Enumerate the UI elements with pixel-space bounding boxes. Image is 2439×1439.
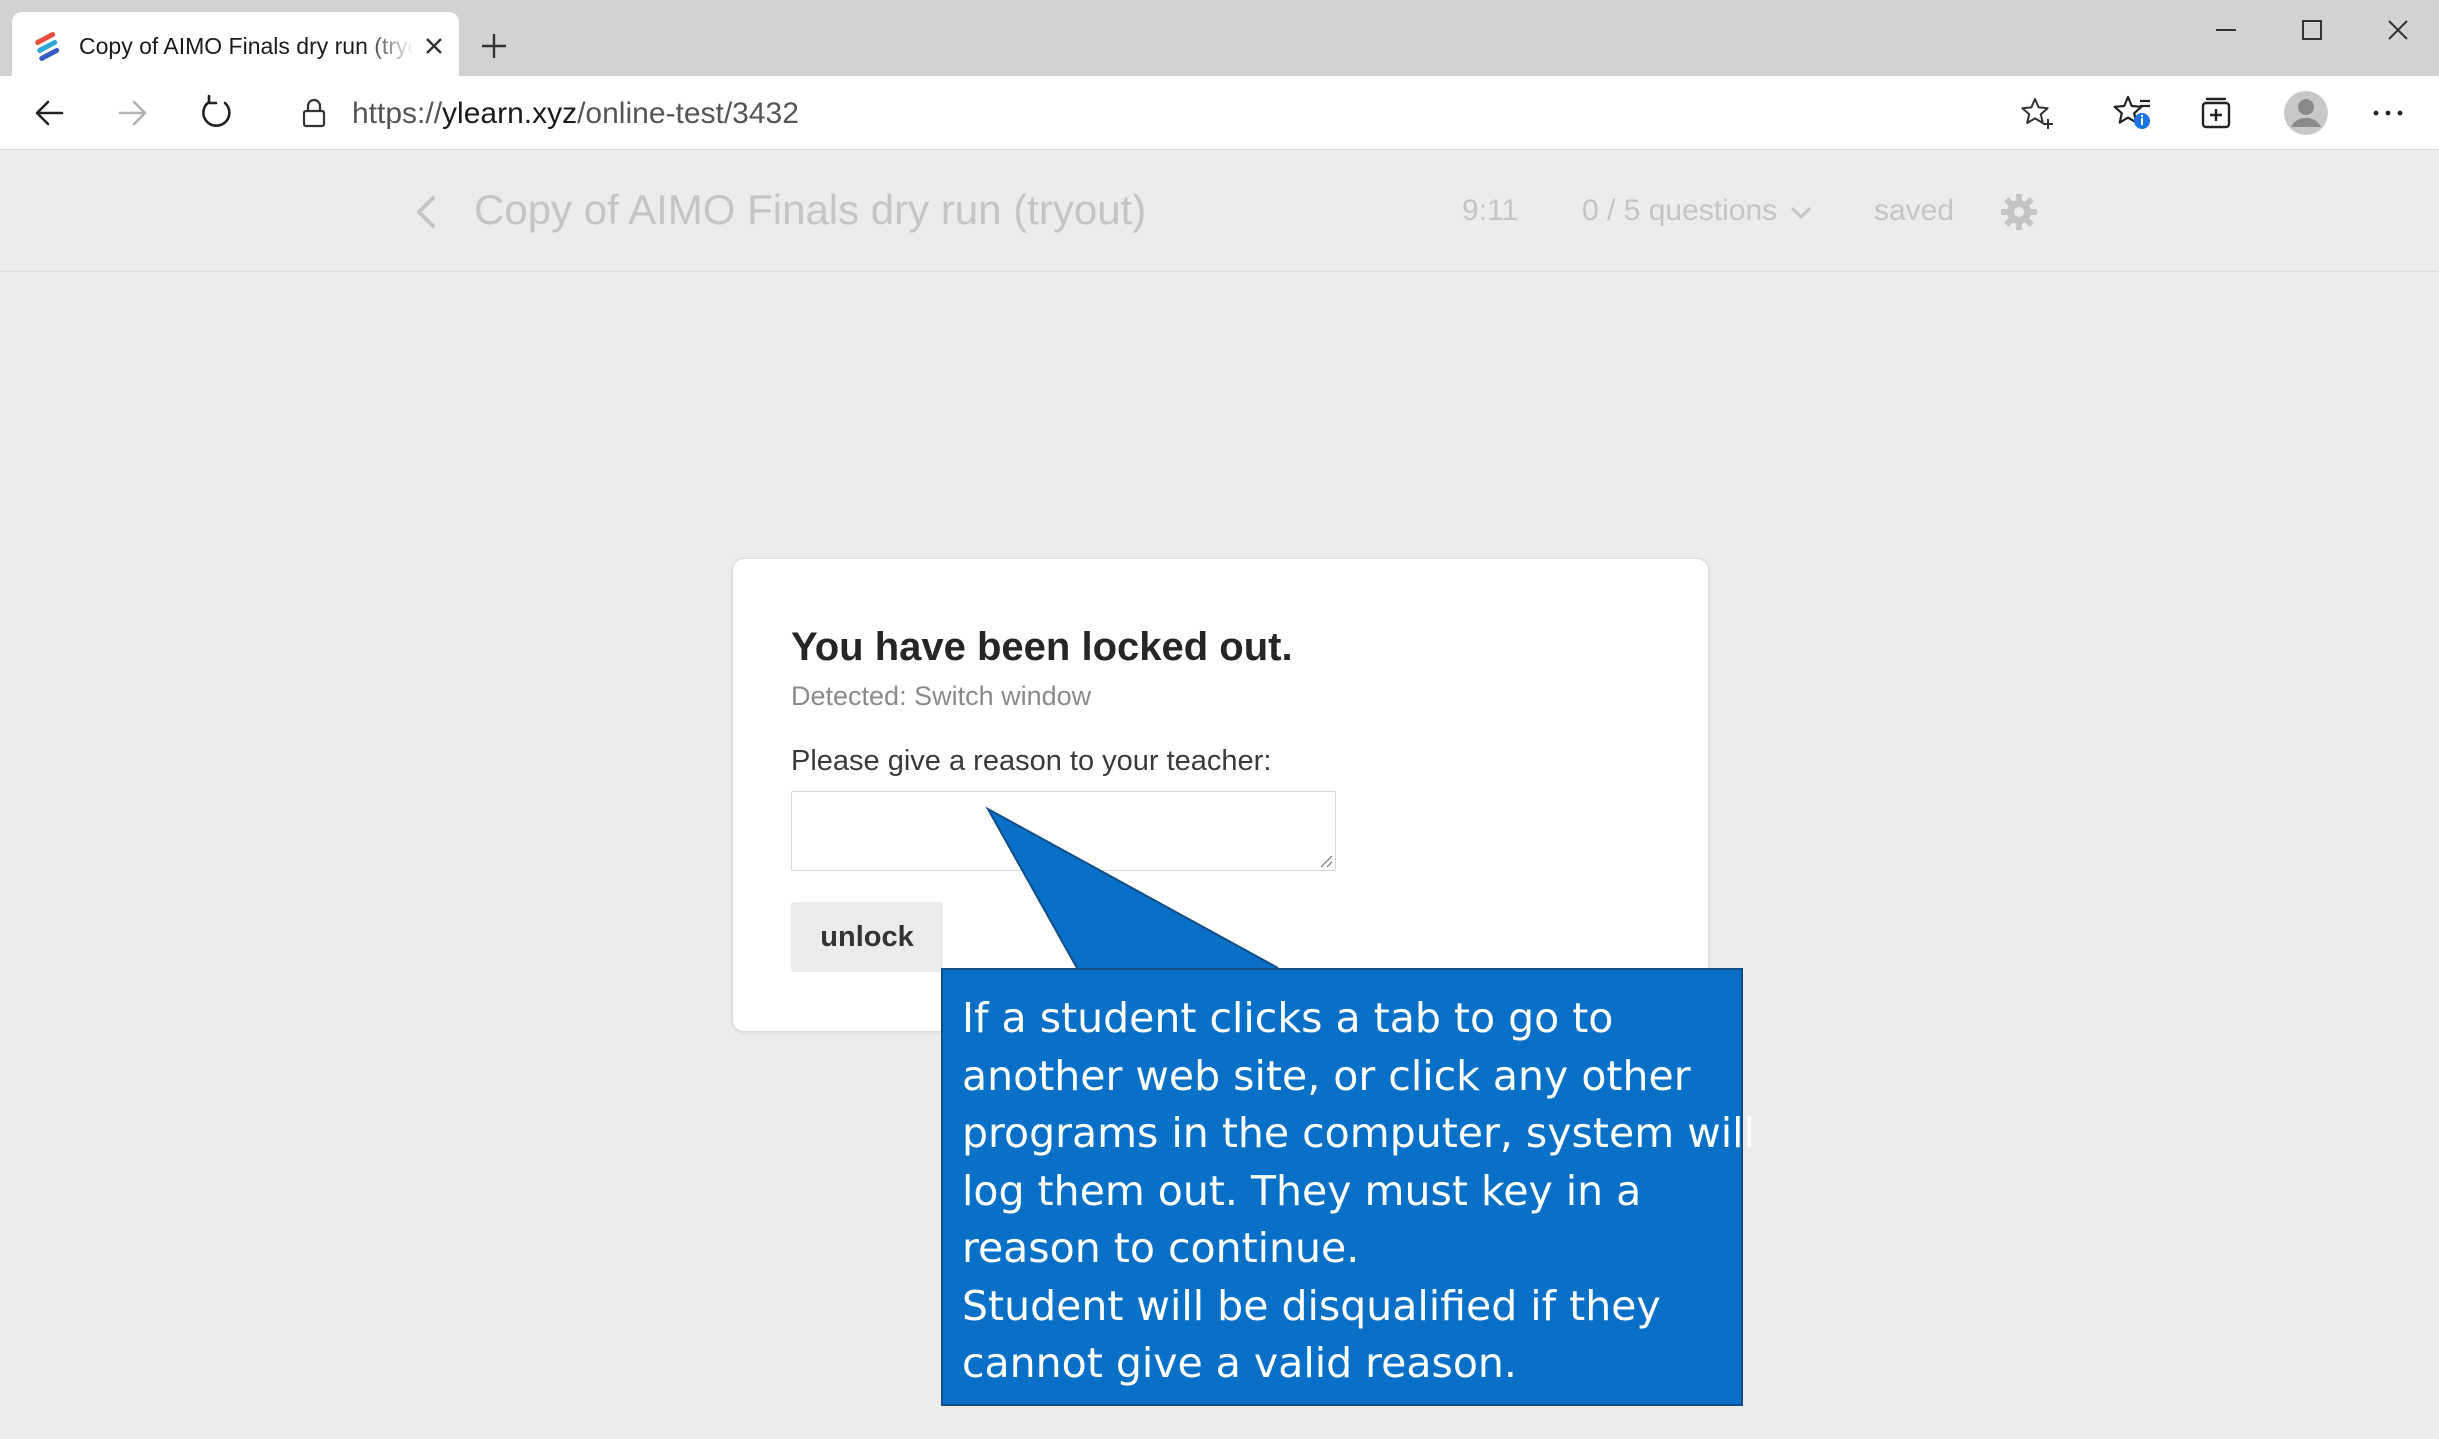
reason-textarea[interactable]	[791, 791, 1336, 871]
callout-line: reason to continue.	[962, 1224, 1360, 1272]
profile-avatar-icon[interactable]	[2278, 85, 2334, 141]
test-title: Copy of AIMO Finals dry run (tryout)	[474, 186, 1147, 233]
browser-tab[interactable]: Copy of AIMO Finals dry run (tryout)	[12, 12, 459, 76]
url-scheme: https://	[352, 97, 443, 130]
callout-annotation: If a student clicks a tab to go to anoth…	[941, 968, 1755, 1406]
browser-toolbar: https://ylearn.xyz/online-test/3432	[0, 76, 2439, 150]
callout-line: another web site, or click any other	[962, 1051, 1691, 1100]
question-progress[interactable]: 0 / 5 questions	[1582, 194, 1777, 228]
close-icon[interactable]	[2368, 8, 2428, 52]
callout-line: log them out. They must key in a	[962, 1166, 1642, 1215]
chevron-left-icon[interactable]	[408, 190, 444, 234]
plus-icon[interactable]	[474, 26, 514, 66]
url-host: ylearn.xyz	[442, 97, 578, 130]
more-options-icon[interactable]	[2366, 91, 2410, 135]
unlock-button[interactable]: unlock	[791, 902, 943, 972]
ylearn-stripes-icon	[35, 31, 60, 61]
address-bar[interactable]: https://ylearn.xyz/online-test/3432	[270, 85, 2078, 141]
save-status: saved	[1874, 194, 1955, 227]
tab-strip: Copy of AIMO Finals dry run (tryout)	[0, 0, 2439, 76]
maximize-icon[interactable]	[2282, 8, 2342, 52]
collections-icon[interactable]	[2194, 91, 2238, 135]
lockout-dialog: You have been locked out. Detected: Swit…	[732, 558, 1709, 1032]
add-favorite-star-icon[interactable]	[2018, 94, 2056, 132]
favorites-icon[interactable]	[2110, 91, 2154, 135]
timer: 9:11	[1462, 194, 1519, 227]
refresh-icon[interactable]	[194, 91, 238, 135]
test-header: Copy of AIMO Finals dry run (tryout) 9:1…	[0, 150, 2439, 272]
resize-grip-icon[interactable]	[1317, 852, 1333, 868]
gear-icon[interactable]	[1999, 192, 2039, 232]
lockout-title: You have been locked out.	[791, 625, 1293, 669]
minimize-icon[interactable]	[2196, 8, 2256, 52]
url-text[interactable]: https://ylearn.xyz/online-test/3432	[352, 97, 799, 131]
callout-line: Student will be disqualified if they	[962, 1281, 1661, 1330]
callout-line: If a student clicks a tab to go to	[962, 994, 1614, 1042]
forward-arrow-icon[interactable]	[110, 91, 154, 135]
tab-title: Copy of AIMO Finals dry run (tryout)	[79, 33, 414, 59]
callout-line: programs in the computer, system will	[962, 1109, 1755, 1157]
url-path: /online-test/3432	[577, 97, 799, 130]
lock-icon[interactable]	[296, 95, 332, 131]
reason-prompt-label: Please give a reason to your teacher:	[791, 745, 1272, 777]
detected-reason: Detected: Switch window	[791, 681, 1092, 711]
back-arrow-icon[interactable]	[28, 91, 72, 135]
chevron-down-icon[interactable]	[1788, 200, 1814, 226]
close-icon[interactable]	[420, 32, 448, 60]
callout-line: cannot give a valid reason.	[962, 1339, 1517, 1387]
